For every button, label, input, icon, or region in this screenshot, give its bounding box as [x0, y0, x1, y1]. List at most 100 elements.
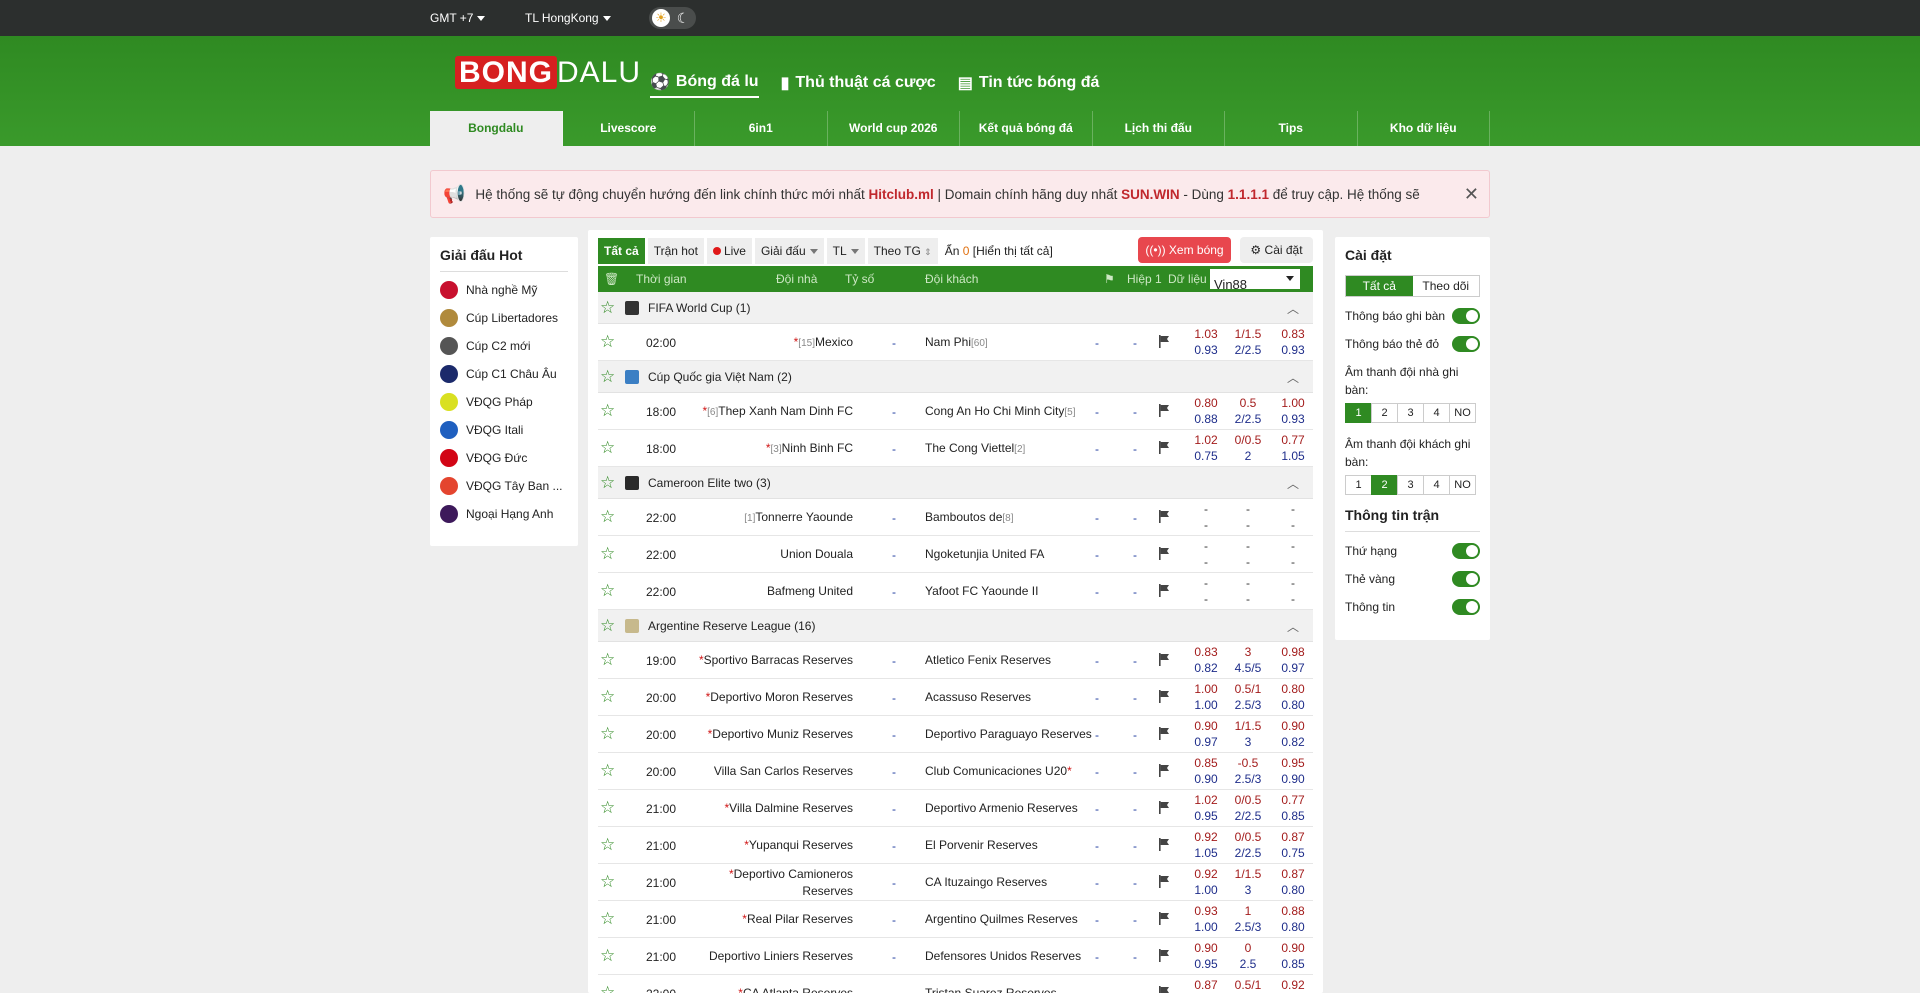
- star-icon[interactable]: ☆: [600, 946, 615, 966]
- odds-cell[interactable]: 0.871.00: [1188, 977, 1224, 993]
- corner-flag-icon[interactable]: [1158, 912, 1170, 925]
- away-team[interactable]: Club Comunicaciones U20*: [925, 753, 1095, 790]
- filter-all[interactable]: Tất cả: [598, 238, 645, 264]
- nav-bongdalu[interactable]: ⚽ Bóng đá lu: [650, 68, 759, 98]
- home-team[interactable]: *Real Pilar Reserves: [678, 901, 853, 938]
- odds-cell[interactable]: 0.88 0.80: [1273, 903, 1313, 935]
- score[interactable]: -: [888, 336, 900, 350]
- odds-cell[interactable]: --: [1228, 538, 1268, 570]
- hot-league-item[interactable]: VĐQG Tây Ban ...: [440, 472, 568, 500]
- home-team[interactable]: *[3]Ninh Binh FC: [678, 430, 853, 467]
- sound-option[interactable]: 3: [1397, 475, 1424, 495]
- home-team[interactable]: Villa San Carlos Reserves: [678, 753, 853, 790]
- trash-icon[interactable]: 🗑: [604, 272, 619, 286]
- match-row[interactable]: ☆ 21:00 *Villa Dalmine Reserves - Deportivo …: [598, 790, 1313, 827]
- score[interactable]: -: [888, 654, 900, 668]
- away-team[interactable]: The Cong Viettel[2]: [925, 430, 1095, 467]
- match-row[interactable]: ☆ 19:00 *Sportivo Barracas Reserves - Atleti…: [598, 642, 1313, 679]
- away-team[interactable]: Argentino Quilmes Reserves: [925, 901, 1095, 938]
- odds-cell[interactable]: --: [1228, 501, 1268, 533]
- match-row[interactable]: ☆ 22:00 [1]Tonnerre Yaounde - Bamboutos de[8…: [598, 499, 1313, 536]
- sound-option[interactable]: 1: [1345, 475, 1372, 495]
- odds-cell[interactable]: 0 2.5: [1228, 940, 1268, 972]
- subnav-schedule[interactable]: Lịch thi đấu: [1093, 111, 1225, 146]
- chevron-up-icon[interactable]: ︿: [1287, 618, 1299, 635]
- subnav-bongdalu[interactable]: Bongdalu: [430, 111, 563, 146]
- filter-league[interactable]: Giải đấu: [754, 238, 824, 264]
- odds-cell[interactable]: --: [1273, 575, 1313, 607]
- odds-cell[interactable]: --: [1228, 575, 1268, 607]
- seg-follow[interactable]: Theo dõi: [1413, 276, 1480, 296]
- odds-cell[interactable]: 0.5 2/2.5: [1228, 395, 1268, 427]
- hot-league-item[interactable]: VĐQG Pháp: [440, 388, 568, 416]
- odds-cell[interactable]: -0.5 2.5/3: [1228, 755, 1268, 787]
- odds-cell[interactable]: 0.92 1.00: [1188, 866, 1224, 898]
- league-group-header[interactable]: ☆ Cúp Quốc gia Việt Nam (2) ︿: [598, 361, 1313, 393]
- star-icon[interactable]: ☆: [600, 909, 615, 929]
- corner-flag-icon[interactable]: [1158, 986, 1170, 993]
- subnav-tips[interactable]: Tips: [1225, 111, 1358, 146]
- star-icon[interactable]: ☆: [600, 438, 615, 458]
- hot-league-item[interactable]: VĐQG Itali: [440, 416, 568, 444]
- star-icon[interactable]: ☆: [600, 687, 615, 707]
- sound-option[interactable]: 3: [1397, 403, 1424, 423]
- league-group-header[interactable]: ☆ FIFA World Cup (1) ︿: [598, 292, 1313, 324]
- odds-cell[interactable]: 0/0.5 2/2.5: [1228, 792, 1268, 824]
- rank-toggle[interactable]: [1452, 543, 1480, 559]
- subnav-6in1[interactable]: 6in1: [695, 111, 828, 146]
- score[interactable]: -: [888, 913, 900, 927]
- odds-cell[interactable]: 0.77 0.85: [1273, 792, 1313, 824]
- star-icon[interactable]: ☆: [600, 544, 615, 564]
- star-icon[interactable]: ☆: [600, 872, 615, 892]
- sound-option[interactable]: 2: [1371, 475, 1398, 495]
- red-card-toggle[interactable]: [1452, 336, 1480, 352]
- home-team[interactable]: *Deportivo Moron Reserves: [678, 679, 853, 716]
- match-row[interactable]: ☆ 22:00 Bafmeng United - Yafoot FC Yaounde I…: [598, 573, 1313, 610]
- home-team[interactable]: Bafmeng United: [678, 573, 853, 610]
- score[interactable]: -: [888, 839, 900, 853]
- away-team[interactable]: Ngoketunjia United FA: [925, 536, 1095, 573]
- hot-league-item[interactable]: VĐQG Đức: [440, 444, 568, 472]
- score[interactable]: -: [888, 802, 900, 816]
- away-team[interactable]: El Porvenir Reserves: [925, 827, 1095, 864]
- away-team[interactable]: Bamboutos de[8]: [925, 499, 1095, 536]
- star-icon[interactable]: ☆: [600, 332, 615, 352]
- star-icon[interactable]: ☆: [600, 473, 615, 493]
- home-team[interactable]: *Deportivo Muniz Reserves: [678, 716, 853, 753]
- score[interactable]: -: [888, 405, 900, 419]
- star-icon[interactable]: ☆: [600, 507, 615, 527]
- odds-cell[interactable]: 0.80 0.80: [1273, 681, 1313, 713]
- odds-cell[interactable]: --: [1188, 538, 1224, 570]
- odds-cell[interactable]: --: [1188, 501, 1224, 533]
- odds-cell[interactable]: 0.90 0.82: [1273, 718, 1313, 750]
- watch-button[interactable]: ((•)) Xem bóng: [1138, 237, 1231, 263]
- hot-league-item[interactable]: Cúp C2 mới: [440, 332, 568, 360]
- odds-cell[interactable]: 0.5/1 2.5/3: [1228, 681, 1268, 713]
- star-icon[interactable]: ☆: [600, 616, 615, 636]
- corner-flag-icon[interactable]: [1158, 949, 1170, 962]
- odds-cell[interactable]: 1.00 1.00: [1188, 681, 1224, 713]
- yellow-card-toggle[interactable]: [1452, 571, 1480, 587]
- nav-news[interactable]: ▤ Tin tức bóng đá: [958, 68, 1100, 98]
- away-team[interactable]: Defensores Unidos Reserves: [925, 938, 1095, 975]
- corner-flag-icon[interactable]: [1158, 547, 1170, 560]
- score[interactable]: -: [888, 691, 900, 705]
- star-icon[interactable]: ☆: [600, 581, 615, 601]
- sound-option[interactable]: 4: [1423, 403, 1450, 423]
- hot-league-item[interactable]: Cúp C1 Châu Âu: [440, 360, 568, 388]
- odds-cell[interactable]: 0/0.5 2/2.5: [1228, 829, 1268, 861]
- seg-all[interactable]: Tất cả: [1346, 276, 1413, 296]
- filter-tl[interactable]: TL: [826, 238, 865, 264]
- odds-cell[interactable]: 0.87 0.75: [1273, 829, 1313, 861]
- odds-cell[interactable]: 0.90 0.85: [1273, 940, 1313, 972]
- match-row[interactable]: ☆ 20:00 *Deportivo Muniz Reserves - Deportiv…: [598, 716, 1313, 753]
- corner-flag-icon[interactable]: [1158, 690, 1170, 703]
- odds-cell[interactable]: 0.93 1.00: [1188, 903, 1224, 935]
- odds-cell[interactable]: 1 2.5/3: [1228, 903, 1268, 935]
- star-icon[interactable]: ☆: [600, 367, 615, 387]
- odds-cell[interactable]: 0.5/12.5: [1228, 977, 1268, 993]
- score[interactable]: -: [888, 585, 900, 599]
- odds-cell[interactable]: 1.00 0.93: [1273, 395, 1313, 427]
- notice-link-sunwin[interactable]: SUN.WIN: [1121, 187, 1180, 202]
- odds-cell[interactable]: 0.95 0.90: [1273, 755, 1313, 787]
